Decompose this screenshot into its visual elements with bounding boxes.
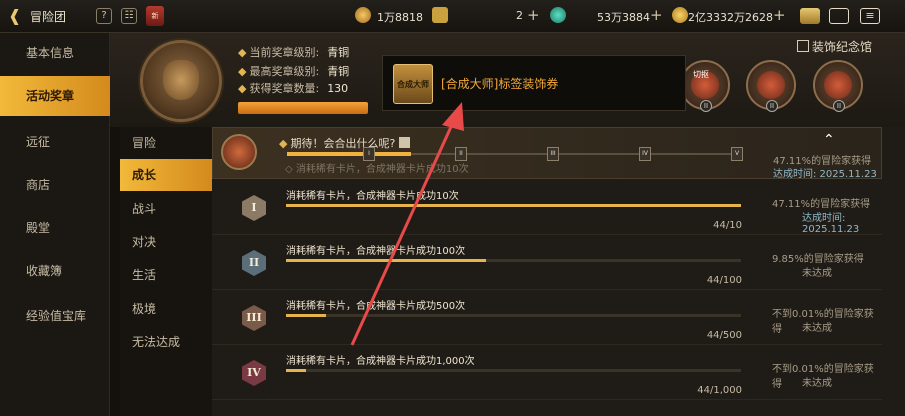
top-bar: ❰ 冒险团 ? ☷ 新 1万8818 2 + 53万3884 + 2亿3332万… [0,0,905,33]
stage-node-2: II [455,147,467,161]
row-count: 44/500 [706,330,742,341]
add-gem-button[interactable]: + [527,6,540,24]
treasure-icon[interactable] [800,8,820,24]
sidebar-item-basic-info[interactable]: 基本信息 [0,33,110,73]
calendar-icon[interactable]: ☷ [121,8,137,24]
tab-battle[interactable]: 战斗 [120,193,212,225]
back-arrow-icon[interactable]: ❰ [8,7,26,25]
achievement-row: IV 消耗稀有卡片，合成神器卡片成功1,000次 44/1,000 不到0.01… [212,347,882,400]
gold-icon [672,7,688,23]
row-track [286,314,741,317]
row-fill [286,369,307,372]
row-status: 达成时间: 2025.11.23 [802,213,860,235]
event-badge[interactable]: 新 [146,6,164,26]
trophy-icon [355,7,371,23]
row-rate: 9.85%的冒险家获得 [772,254,864,265]
coin-c-icon [432,7,448,23]
character-avatar [221,134,257,170]
row-desc: 消耗稀有卡片，合成神器卡片成功10次 [286,191,459,202]
medal-thumb-1[interactable]: II [680,60,730,112]
sidebar-item-expedition[interactable]: 远征 [0,122,110,162]
sidebar-item-exp-vault[interactable]: 经验值宝库 [0,296,110,336]
tab-duel[interactable]: 对决 [120,226,212,258]
bronze-lion-medal-icon [140,40,222,122]
sidebar-item-hall[interactable]: 殿堂 [0,208,110,248]
row-desc: 消耗稀有卡片，合成神器卡片成功100次 [286,246,466,257]
gold-value: 2亿3332万2628 [688,11,773,24]
synthesis-master-tag-icon: 合成大师 [393,64,433,104]
row-count: 44/1,000 [697,385,742,396]
medal-thumb-label: 切抠 [693,70,709,79]
rank-4-icon: IV [242,360,266,386]
reward-tooltip: 合成大师 [合成大师]标签装饰券 [382,55,686,111]
mail-icon[interactable] [829,8,849,24]
row-count: 44/100 [706,275,742,286]
row-fill [286,259,487,262]
medal-progress-bar [238,102,368,114]
summary-hint: ◆ 期待！会合出什么呢? [279,135,411,151]
summary-track-fill [287,152,411,156]
download-icon[interactable] [399,137,411,148]
gem-value: 2 [516,9,523,22]
sidebar-item-shop[interactable]: 商店 [0,165,110,205]
row-track [286,259,741,262]
stage-node-3: III [547,147,559,161]
tab-life[interactable]: 生活 [120,259,212,291]
page-title: 冒险团 [30,10,67,24]
row-desc: 消耗稀有卡片，合成神器卡片成功1,000次 [286,356,475,367]
achievement-row: II 消耗稀有卡片，合成神器卡片成功100次 44/100 9.85%的冒险家获… [212,237,882,290]
current-level-line: ◆ 当前奖章级别: 青铜 [238,46,350,59]
achievement-row: III 消耗稀有卡片，合成神器卡片成功500次 44/500 不到0.01%的冒… [212,292,882,345]
help-icon[interactable]: ? [96,8,112,24]
row-status: 未达成 [802,323,832,334]
summary-sub: ◇ 消耗稀有卡片，合成神器卡片成功10次 [285,164,469,175]
tab-unachievable[interactable]: 无法达成 [120,326,212,358]
medal-count-line: ◆ 获得奖章数量: 130 [238,82,349,95]
max-level-line: ◆ 最高奖章级别: 青铜 [238,65,350,78]
reward-tooltip-text: [合成大师]标签装饰券 [441,77,559,91]
rank-1-icon: I [242,195,266,221]
tab-extreme[interactable]: 极境 [120,293,212,325]
add-crystal-button[interactable]: + [650,6,663,24]
sidebar: 基本信息 活动奖章 远征 商店 殿堂 收藏簿 经验值宝库 [0,33,110,416]
row-status: 未达成 [802,268,832,279]
row-fill [286,204,741,207]
add-gold-button[interactable]: + [773,6,786,24]
medal-thumb-2[interactable]: II [746,60,796,112]
crystal-icon [550,7,566,23]
row-track [286,204,741,207]
menu-icon[interactable]: ≡ [860,8,880,24]
achievement-list: ◆ 期待！会合出什么呢? I II III IV V ◇ 消耗稀有卡片，合成神器卡… [212,127,905,416]
stage-node-1: I [363,147,375,161]
row-fill [286,314,327,317]
row-status: 未达成 [802,378,832,389]
rank-2-icon: II [242,250,266,276]
row-track [286,369,741,372]
stage-node-4: IV [639,147,651,161]
row-count: 44/10 [713,220,742,231]
sub-navigation: 冒险 成长 战斗 对决 生活 极境 无法达成 [120,127,212,416]
rank-3-icon: III [242,305,266,331]
sidebar-item-collection[interactable]: 收藏簿 [0,251,110,291]
achievement-row: I 消耗稀有卡片，合成神器卡片成功10次 44/10 47.11%的冒险家获得 … [212,182,882,235]
medal-thumb-3[interactable]: II [813,60,863,112]
decoration-hall-link[interactable]: 装饰纪念馆 [797,38,872,55]
achievement-summary[interactable]: ◆ 期待！会合出什么呢? I II III IV V ◇ 消耗稀有卡片，合成神器卡… [212,127,882,180]
trophy-value: 1万8818 [377,11,423,24]
row-desc: 消耗稀有卡片，合成神器卡片成功500次 [286,301,466,312]
stage-node-5: V [731,147,743,161]
sidebar-item-event-medal[interactable]: 活动奖章 [0,76,110,116]
crystal-value: 53万3884 [597,11,650,24]
summary-date: 达成时间: 2025.11.23 [773,169,877,180]
tab-growth[interactable]: 成长 [120,159,212,191]
edit-icon [797,40,809,52]
tab-adventure[interactable]: 冒险 [120,127,212,159]
row-rate: 47.11%的冒险家获得 [772,199,871,210]
collapse-chevron-icon[interactable]: ⌃ [823,132,835,148]
